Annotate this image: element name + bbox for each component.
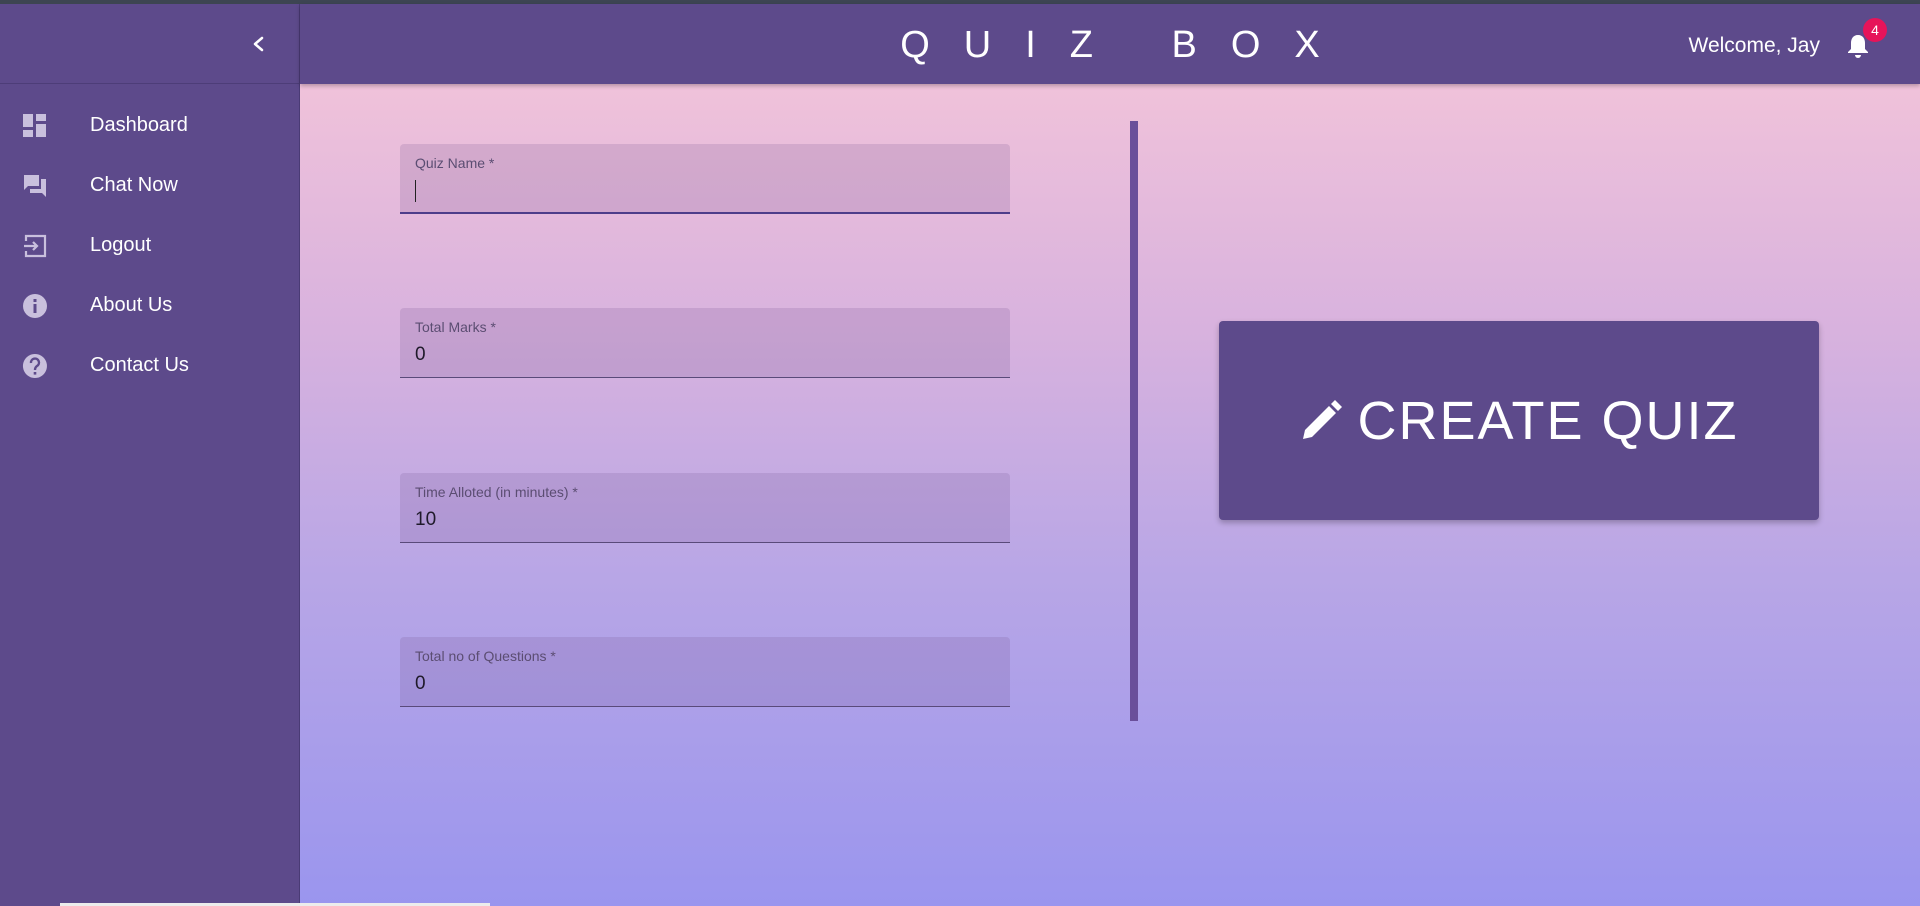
sidebar-item-label: Chat Now [90,174,178,196]
quiz-name-field[interactable]: Quiz Name * [400,144,1010,214]
info-icon [23,294,47,318]
total-marks-label: Total Marks * [415,319,496,335]
sidebar-item-label: About Us [90,294,173,316]
welcome-text: Welcome, Jay [1688,34,1821,57]
total-questions-input[interactable] [415,671,995,697]
sidebar-item-label: Logout [90,234,152,256]
create-quiz-label: CREATE QUIZ [1357,390,1739,451]
sidebar-item-label: Contact Us [90,354,189,376]
vertical-divider [1130,121,1138,721]
sidebar-item-contact-us[interactable]: Contact Us [0,335,299,395]
create-quiz-button[interactable]: CREATE QUIZ [1219,321,1819,520]
pencil-icon [1303,399,1343,439]
collapse-sidebar-button[interactable] [244,28,274,60]
sidebar-item-label: Dashboard [90,114,188,136]
app-title: QUIZ BOX [900,24,1354,66]
time-alloted-input[interactable] [415,507,995,533]
sidebar-header [0,4,299,84]
main-content: Quiz Name * Total Marks * Time Alloted (… [300,84,1920,906]
sidebar-item-logout[interactable]: Logout [0,215,299,275]
total-marks-input[interactable] [415,342,995,368]
total-marks-field[interactable]: Total Marks * [400,308,1010,378]
chevron-left-icon [253,36,264,52]
sidebar: Dashboard Chat Now Logout About Us Conta… [0,4,300,906]
text-cursor [415,180,416,202]
app-header: QUIZ BOX Welcome, Jay 4 [300,4,1920,84]
quiz-name-label: Quiz Name * [415,155,495,171]
notification-badge: 4 [1863,18,1887,42]
logout-icon [24,234,47,258]
quiz-name-input[interactable] [415,178,995,204]
total-questions-label: Total no of Questions * [415,648,556,664]
help-icon [22,354,47,378]
time-alloted-label: Time Alloted (in minutes) * [415,484,578,500]
total-questions-field[interactable]: Total no of Questions * [400,637,1010,707]
sidebar-item-about-us[interactable]: About Us [0,275,299,335]
dashboard-icon [23,114,46,137]
sidebar-item-chat-now[interactable]: Chat Now [0,155,299,215]
sidebar-item-dashboard[interactable]: Dashboard [0,95,299,155]
time-alloted-field[interactable]: Time Alloted (in minutes) * [400,473,1010,543]
chat-icon [24,175,46,197]
